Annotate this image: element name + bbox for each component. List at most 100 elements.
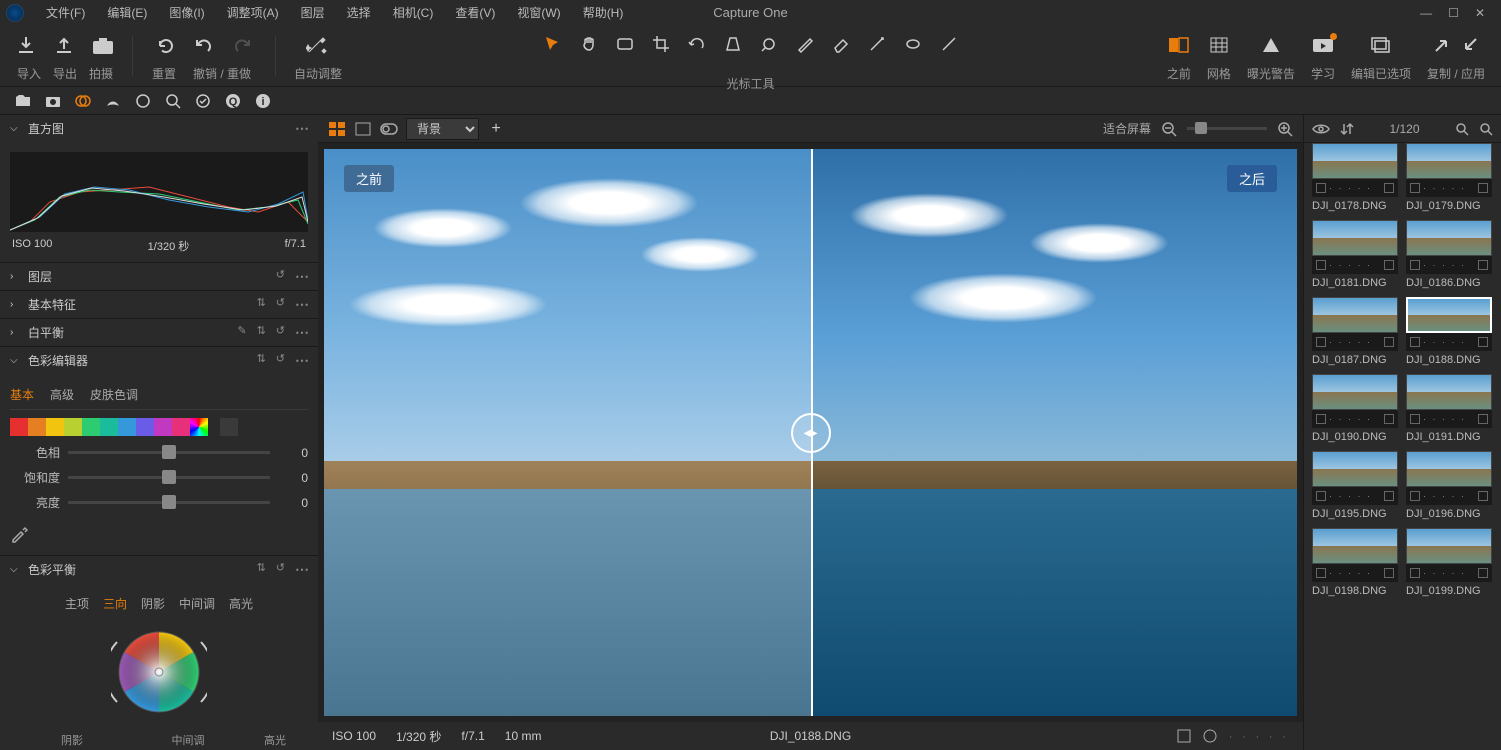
visibility-icon[interactable] [1312,123,1330,135]
histogram-header[interactable]: ⌵ 直方图 ⋯ [0,115,318,142]
grid-icon[interactable] [1209,36,1229,54]
fit-screen-label[interactable]: 适合屏幕 [1103,120,1151,137]
menu-item[interactable]: 文件(F) [42,4,89,21]
color-editor-header[interactable]: ⌵色彩编辑器⇅↺⋯ [0,347,318,374]
reset-icon[interactable]: ↺ [276,324,285,341]
hue-slider[interactable] [68,451,270,454]
color-picker-swatch[interactable] [190,418,208,436]
before-after-icon[interactable] [1168,36,1190,54]
style-tab-icon[interactable] [102,90,124,112]
minimize-icon[interactable]: — [1420,6,1432,20]
reset-icon[interactable]: ↺ [276,352,285,369]
color-tag-icon[interactable] [1203,729,1217,743]
color-swatch[interactable] [64,418,82,436]
menu-icon[interactable]: ⋯ [295,324,308,341]
maximize-icon[interactable]: ☐ [1448,6,1459,20]
thumbnail[interactable]: · · · · ·DJI_0190.DNG [1312,374,1398,443]
reset-icon[interactable]: ↺ [276,268,285,285]
lens-tab-icon[interactable] [132,90,154,112]
sharpness-tab-icon[interactable] [162,90,184,112]
color-wheel-master[interactable] [111,624,207,720]
menu-item[interactable]: 选择 [343,4,375,21]
menu-icon[interactable]: ⋯ [295,120,308,137]
thumbnail[interactable]: · · · · ·DJI_0195.DNG [1312,451,1398,520]
saturation-slider[interactable] [68,476,270,479]
thumbnail[interactable]: · · · · ·DJI_0179.DNG [1406,143,1492,212]
menu-item[interactable]: 调整项(A) [223,4,283,21]
ce-tab[interactable]: 基本 [10,386,34,403]
learn-icon[interactable] [1312,36,1334,54]
layer-select[interactable]: 背景 [406,118,479,140]
color-swatch[interactable] [10,418,28,436]
cb-tab[interactable]: 阴影 [141,595,165,612]
radial-tool-icon[interactable] [904,35,922,53]
lightness-slider[interactable] [68,501,270,504]
import-icon[interactable] [16,36,36,56]
capture-tab-icon[interactable] [42,90,64,112]
copy-icon[interactable]: ⇅ [257,561,266,578]
redo-icon[interactable] [232,36,252,56]
heal-tool-icon[interactable] [940,35,958,53]
single-view-icon[interactable] [354,121,372,137]
cb-tab[interactable]: 主项 [65,595,89,612]
copy-icon[interactable] [1434,37,1450,53]
gradient-tool-icon[interactable] [868,35,886,53]
adjust-tab-icon[interactable] [72,90,94,112]
thumbnail[interactable]: · · · · ·DJI_0186.DNG [1406,220,1492,289]
export-icon[interactable] [54,36,74,56]
white-balance-header[interactable]: ›白平衡✎⇅↺⋯ [0,319,318,346]
undo-icon[interactable] [194,36,214,56]
reset-icon[interactable]: ↺ [276,561,285,578]
color-swatch[interactable] [136,418,154,436]
thumbnail[interactable]: · · · · ·DJI_0191.DNG [1406,374,1492,443]
thumbnail[interactable]: · · · · ·DJI_0196.DNG [1406,451,1492,520]
copy-icon[interactable]: ⇅ [257,352,266,369]
menu-item[interactable]: 图像(I) [165,4,208,21]
brush-tool-icon[interactable] [796,35,814,53]
image-viewer[interactable]: ◂▸ 之前 之后 [324,149,1297,716]
star-rating[interactable]: · · · · · [1229,729,1289,743]
metadata-tab-icon[interactable]: Q [222,90,244,112]
sort-icon[interactable] [1340,122,1354,136]
cb-tab[interactable]: 中间调 [179,595,215,612]
color-swatch[interactable] [118,418,136,436]
ce-tab[interactable]: 高级 [50,386,74,403]
reset-icon[interactable]: ↺ [276,296,285,313]
rating-icon[interactable] [1177,729,1191,743]
color-swatch[interactable] [172,418,190,436]
menu-item[interactable]: 编辑(E) [103,4,151,21]
thumbnail[interactable]: · · · · ·DJI_0181.DNG [1312,220,1398,289]
thumbnail[interactable]: · · · · ·DJI_0188.DNG [1406,297,1492,366]
menu-item[interactable]: 相机(C) [389,4,438,21]
thumbnail[interactable]: · · · · ·DJI_0178.DNG [1312,143,1398,212]
color-swatch[interactable] [154,418,172,436]
color-swatch[interactable] [82,418,100,436]
empty-swatch[interactable] [220,418,238,436]
ce-tab[interactable]: 皮肤色调 [90,386,138,403]
eraser-tool-icon[interactable] [832,35,850,53]
add-layer-icon[interactable]: + [487,121,505,137]
color-swatch[interactable] [46,418,64,436]
hand-tool-icon[interactable] [580,35,598,53]
picker-icon[interactable]: ✎ [237,324,246,341]
search-icon[interactable] [1479,122,1493,136]
rotate-tool-icon[interactable] [688,35,706,53]
edit-selected-icon[interactable] [1370,36,1392,54]
copy-icon[interactable]: ⇅ [257,296,266,313]
close-icon[interactable]: ✕ [1475,6,1485,20]
apply-icon[interactable] [1462,37,1478,53]
color-swatch[interactable] [100,418,118,436]
cb-tab[interactable]: 三向 [103,595,127,612]
basic-char-header[interactable]: ›基本特征⇅↺⋯ [0,291,318,318]
pointer-tool-icon[interactable] [544,35,562,53]
zoom-slider[interactable] [1187,127,1267,130]
thumbnail[interactable]: · · · · ·DJI_0198.DNG [1312,528,1398,597]
capture-icon[interactable] [92,37,114,55]
thumbnail[interactable]: · · · · ·DJI_0199.DNG [1406,528,1492,597]
color-swatch[interactable] [28,418,46,436]
reset-icon[interactable] [156,36,176,56]
layers-header[interactable]: ›图层↺⋯ [0,263,318,290]
output-tab-icon[interactable] [192,90,214,112]
copy-icon[interactable]: ⇅ [257,324,266,341]
zoom-in-icon[interactable] [1277,121,1293,137]
